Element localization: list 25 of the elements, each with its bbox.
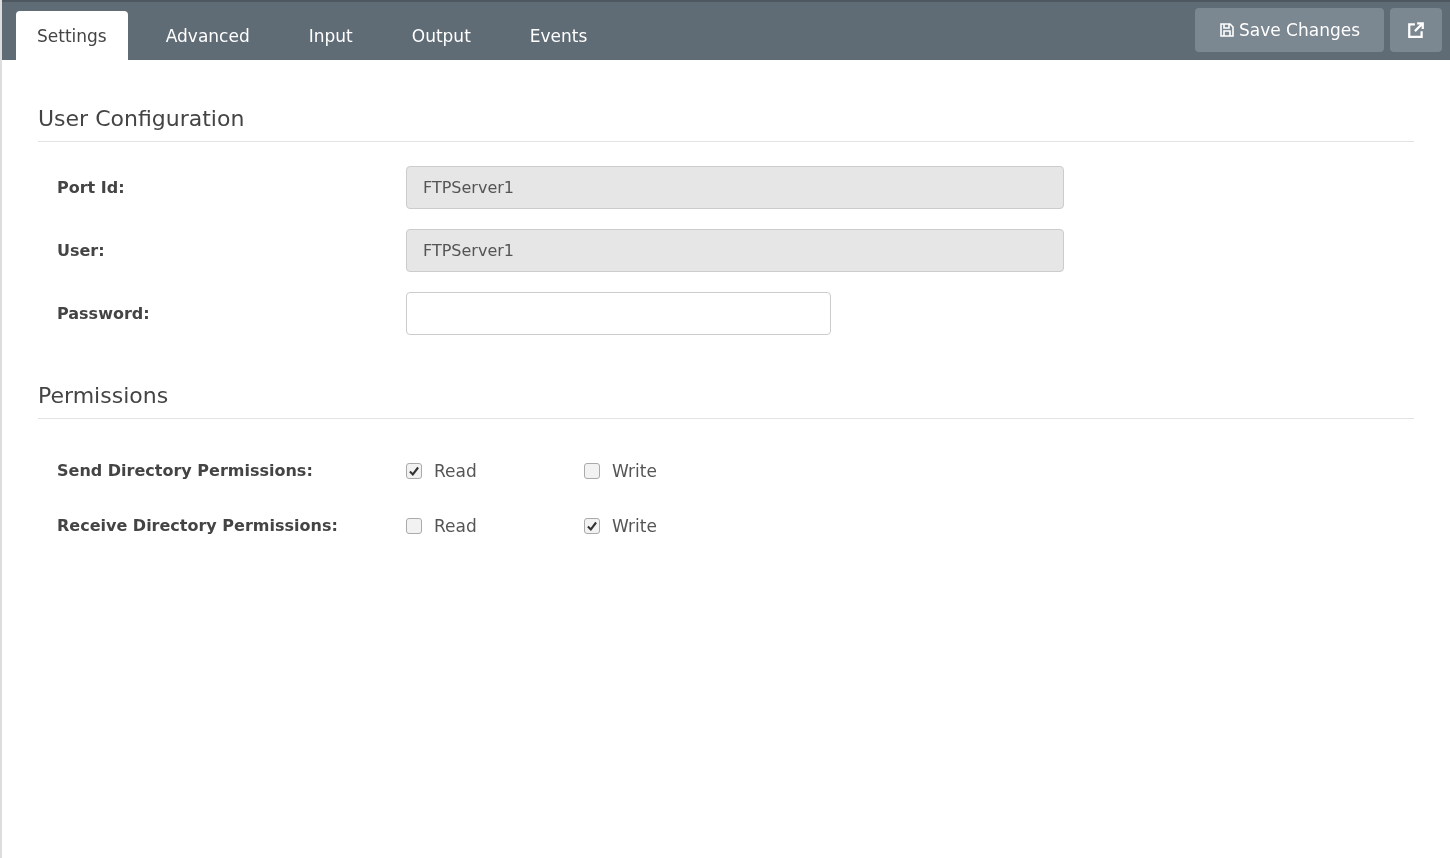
external-link-button[interactable]	[1390, 8, 1442, 52]
checkbox[interactable]	[406, 517, 422, 534]
tab[interactable]: Output	[390, 11, 492, 60]
tab[interactable]: Advanced	[144, 11, 271, 60]
tab[interactable]: Settings	[16, 11, 128, 60]
tab[interactable]: Events	[508, 11, 609, 60]
field-label: User:	[56, 241, 106, 260]
external-link-icon	[1407, 21, 1425, 39]
checkbox-label: Read	[434, 515, 477, 536]
input-field[interactable]	[406, 292, 831, 335]
save-icon	[1218, 22, 1235, 38]
checkbox[interactable]	[584, 517, 600, 534]
field-label: Password:	[56, 304, 151, 323]
checkbox[interactable]	[584, 462, 600, 479]
checkbox-label: Read	[434, 460, 477, 481]
checkbox[interactable]	[406, 462, 422, 479]
save-button[interactable]: Save Changes	[1195, 8, 1384, 52]
field-label: Send Directory Permissions:	[56, 461, 314, 480]
section-heading: Permissions	[38, 383, 1414, 419]
checkbox-label: Write	[612, 460, 657, 481]
section-heading: User Configuration	[38, 106, 1414, 142]
tab[interactable]: Input	[287, 11, 374, 60]
field-label: Receive Directory Permissions:	[56, 516, 339, 535]
checkbox-label: Write	[612, 515, 657, 536]
field-label: Port Id:	[56, 178, 126, 197]
